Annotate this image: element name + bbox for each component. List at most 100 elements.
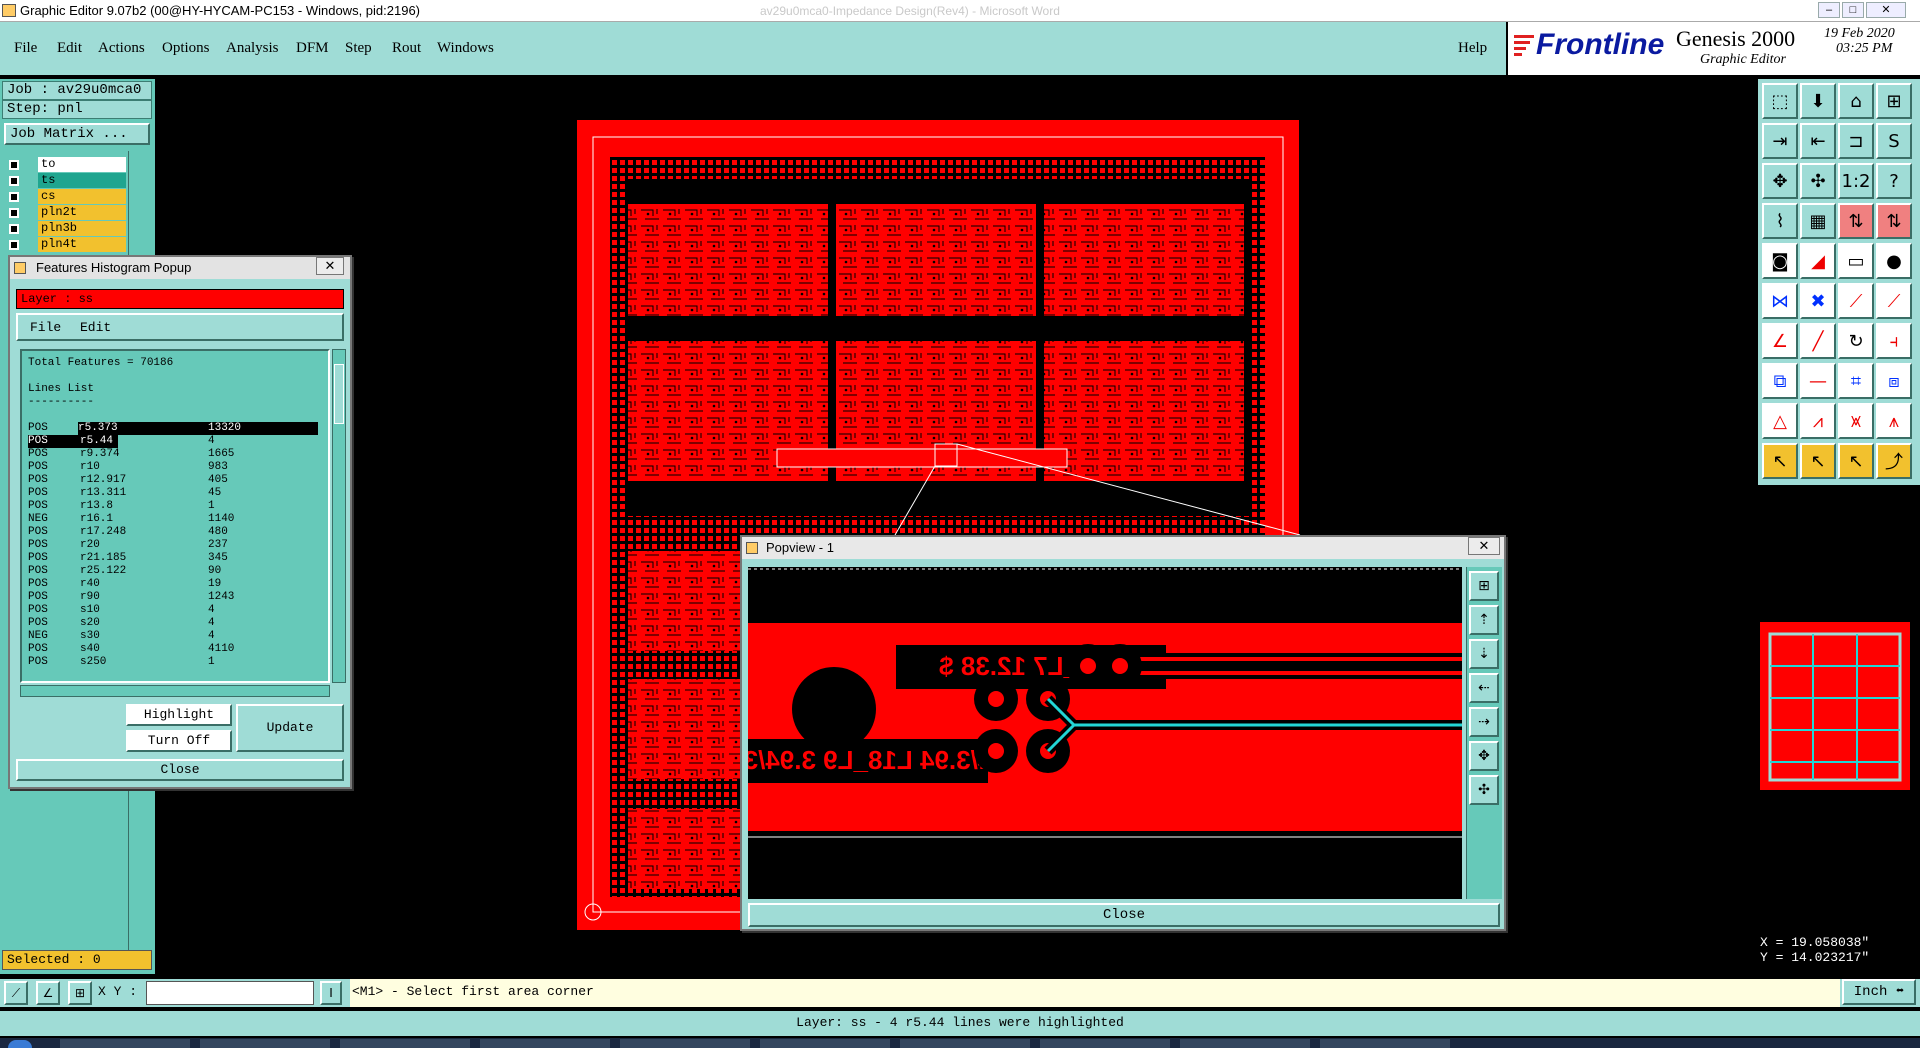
zoom-out-icon[interactable]: ⇤ bbox=[1800, 123, 1836, 159]
menu-file[interactable]: File bbox=[14, 40, 37, 57]
redraw-icon[interactable]: S bbox=[1876, 123, 1912, 159]
angle-icon[interactable]: ∠ bbox=[1762, 323, 1798, 359]
histogram-row[interactable]: POS r21.185 345 bbox=[28, 552, 328, 565]
histogram-row[interactable]: POS r9.374 1665 bbox=[28, 448, 328, 461]
job-matrix-button[interactable]: Job Matrix ... bbox=[4, 123, 150, 145]
popview-up-icon[interactable]: ⇡ bbox=[1469, 605, 1499, 635]
popup-menu-edit[interactable]: Edit bbox=[80, 320, 111, 335]
taskbar-item[interactable] bbox=[480, 1039, 610, 1048]
histogram-row[interactable]: POS r17.248 480 bbox=[28, 526, 328, 539]
menu-rout[interactable]: Rout bbox=[392, 40, 421, 57]
measure-icon[interactable]: ⌇ bbox=[1762, 203, 1798, 239]
center-icon[interactable]: ✣ bbox=[1800, 163, 1836, 199]
taskbar-item[interactable] bbox=[200, 1039, 330, 1048]
taskbar-item[interactable] bbox=[1320, 1039, 1450, 1048]
menu-help[interactable]: Help bbox=[1458, 40, 1487, 57]
line-move-icon[interactable]: ⟋ bbox=[1876, 283, 1912, 319]
xy-input[interactable] bbox=[146, 981, 314, 1005]
line-icon[interactable]: ╱ bbox=[1800, 323, 1836, 359]
circle-icon[interactable]: ● bbox=[1876, 243, 1912, 279]
home-icon[interactable]: ⌂ bbox=[1838, 83, 1874, 119]
close-window-icon[interactable]: ✕ bbox=[1866, 2, 1906, 18]
layer-row[interactable]: pln4t bbox=[4, 237, 126, 252]
histogram-row[interactable]: POS r5.373 13320 bbox=[28, 422, 318, 435]
split-icon[interactable]: ⫞ bbox=[1876, 323, 1912, 359]
pad-icon[interactable]: ◙ bbox=[1762, 243, 1798, 279]
select-route-icon[interactable]: ⤴ bbox=[1876, 443, 1912, 479]
popview-canvas[interactable]: L18_L7 12.38 $ $ 94/3.94 L18_L9 3.94/3.9… bbox=[748, 567, 1462, 899]
trim-icon[interactable]: — bbox=[1800, 363, 1836, 399]
layer-checkbox[interactable] bbox=[9, 160, 19, 170]
snap-center-icon[interactable]: ⇅ bbox=[1876, 203, 1912, 239]
taskbar-item[interactable] bbox=[900, 1039, 1030, 1048]
select-box-icon[interactable]: ↖ bbox=[1838, 443, 1874, 479]
lines-list-box[interactable]: Total Features = 70186 Lines List ------… bbox=[20, 349, 330, 683]
unit-selector[interactable]: Inch ⬌ bbox=[1842, 979, 1916, 1005]
layer-row[interactable]: cs bbox=[4, 189, 126, 204]
layer-checkbox[interactable] bbox=[9, 240, 19, 250]
histogram-row[interactable]: NEG r16.1 1140 bbox=[28, 513, 328, 526]
popview-close-button[interactable]: Close bbox=[748, 903, 1500, 927]
angle-mode-icon[interactable]: ∠ bbox=[36, 981, 60, 1005]
histogram-row[interactable]: POS s20 4 bbox=[28, 617, 328, 630]
popview-center-icon[interactable]: ✣ bbox=[1469, 775, 1499, 805]
popview-left-icon[interactable]: ⇠ bbox=[1469, 673, 1499, 703]
popup-close-icon[interactable]: ✕ bbox=[316, 257, 344, 275]
taskbar-item[interactable] bbox=[760, 1039, 890, 1048]
menu-edit[interactable]: Edit bbox=[57, 40, 82, 57]
histogram-row[interactable]: POS r10 983 bbox=[28, 461, 328, 474]
update-button[interactable]: Update bbox=[236, 704, 344, 752]
copy-icon[interactable]: ⧈ bbox=[1876, 363, 1912, 399]
menu-windows[interactable]: Windows bbox=[437, 40, 494, 57]
list-vertical-scrollbar[interactable] bbox=[332, 349, 346, 683]
fillet-icon[interactable]: ⩚ bbox=[1876, 403, 1912, 439]
save-icon[interactable]: ⬇ bbox=[1800, 83, 1836, 119]
layer-row[interactable]: pln2t bbox=[4, 205, 126, 220]
popview-fit-icon[interactable]: ✥ bbox=[1469, 741, 1499, 771]
histogram-row[interactable]: POS r5.44 4 bbox=[28, 435, 215, 448]
highlight-button[interactable]: Highlight bbox=[126, 704, 232, 726]
array-icon[interactable]: ⌗ bbox=[1838, 363, 1874, 399]
popview-close-icon[interactable]: ✕ bbox=[1468, 537, 1500, 555]
move-icon[interactable]: ⧉ bbox=[1762, 363, 1798, 399]
scale-1-2-icon[interactable]: 1:2 bbox=[1838, 163, 1874, 199]
taskbar-item[interactable] bbox=[1180, 1039, 1310, 1048]
menu-step[interactable]: Step bbox=[345, 40, 372, 57]
text-cursor-icon[interactable]: I bbox=[320, 981, 342, 1005]
snap-icon[interactable]: ⇅ bbox=[1838, 203, 1874, 239]
histogram-row[interactable]: POS r13.8 1 bbox=[28, 500, 328, 513]
line-add-icon[interactable]: ⟋ bbox=[1838, 283, 1874, 319]
histogram-row[interactable]: POS r40 19 bbox=[28, 578, 328, 591]
popview-zoom-icon[interactable]: ⊞ bbox=[1469, 571, 1499, 601]
menu-analysis[interactable]: Analysis bbox=[226, 40, 279, 57]
zoom-in-icon[interactable]: ⇥ bbox=[1762, 123, 1798, 159]
select-arrow-icon[interactable]: ↖ bbox=[1762, 443, 1798, 479]
popview-title-bar[interactable]: Popview - 1 ✕ bbox=[742, 537, 1504, 559]
pan-icon[interactable]: ⊐ bbox=[1838, 123, 1874, 159]
layer-row[interactable]: pln3b bbox=[4, 221, 126, 236]
grid-icon[interactable]: ▦ bbox=[1800, 203, 1836, 239]
histogram-row[interactable]: POS r20 237 bbox=[28, 539, 328, 552]
bridge-icon[interactable]: ⩙ bbox=[1838, 403, 1874, 439]
popup-menu-file[interactable]: File bbox=[30, 320, 61, 335]
turn-off-button[interactable]: Turn Off bbox=[126, 730, 232, 752]
histogram-row[interactable]: NEG s30 4 bbox=[28, 630, 328, 643]
histogram-row[interactable]: POS s10 4 bbox=[28, 604, 328, 617]
layer-checkbox[interactable] bbox=[9, 224, 19, 234]
taskbar-item[interactable] bbox=[1040, 1039, 1170, 1048]
layer-checkbox[interactable] bbox=[9, 176, 19, 186]
popup-title-bar[interactable]: Features Histogram Popup ✕ bbox=[10, 257, 350, 279]
triangle-icon[interactable]: △ bbox=[1762, 403, 1798, 439]
select-red-icon[interactable]: ↖ bbox=[1800, 443, 1836, 479]
minimize-icon[interactable]: – bbox=[1818, 2, 1840, 18]
menu-options[interactable]: Options bbox=[162, 40, 210, 57]
histogram-row[interactable]: POS s250 1 bbox=[28, 656, 328, 669]
layer-checkbox[interactable] bbox=[9, 192, 19, 202]
connect-icon[interactable]: ⋈ bbox=[1762, 283, 1798, 319]
cross-icon[interactable]: ✖ bbox=[1800, 283, 1836, 319]
layer-row[interactable]: ts bbox=[4, 173, 126, 188]
fit-icon[interactable]: ✥ bbox=[1762, 163, 1798, 199]
taskbar-item[interactable] bbox=[620, 1039, 750, 1048]
surface-icon[interactable]: ◢ bbox=[1800, 243, 1836, 279]
histogram-row[interactable]: POS r13.311 45 bbox=[28, 487, 328, 500]
